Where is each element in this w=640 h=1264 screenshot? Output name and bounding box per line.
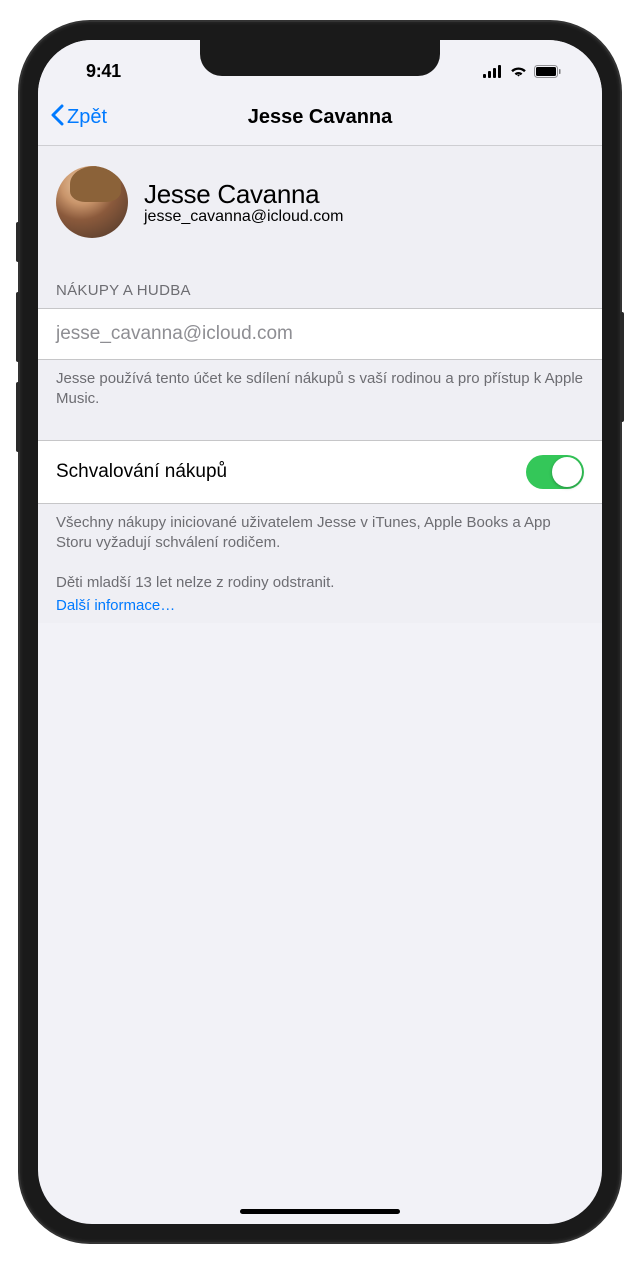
toggle-knob [552, 457, 582, 487]
back-label: Zpět [67, 106, 107, 129]
status-icons [483, 65, 562, 78]
power-button [620, 312, 624, 422]
phone-frame: 9:41 Zpět Jesse Cavanna [20, 22, 620, 1242]
content: Jesse Cavanna jesse_cavanna@icloud.com N… [38, 146, 602, 623]
section-header-purchases: NÁKUPY A HUDBA [38, 256, 602, 308]
profile-email: jesse_cavanna@icloud.com [144, 208, 343, 226]
home-indicator[interactable] [240, 1209, 400, 1214]
navigation-bar: Zpět Jesse Cavanna [38, 90, 602, 146]
approval-toggle-cell: Schvalování nákupů [38, 440, 602, 504]
chevron-left-icon [50, 104, 65, 132]
screen: 9:41 Zpět Jesse Cavanna [38, 40, 602, 1224]
volume-up-button [16, 292, 20, 362]
more-info-link[interactable]: Další informace… [56, 597, 584, 614]
wifi-icon [509, 65, 528, 78]
approval-toggle[interactable] [526, 455, 584, 489]
silent-switch [16, 222, 20, 262]
spacer [38, 410, 602, 440]
page-title: Jesse Cavanna [248, 106, 393, 129]
back-button[interactable]: Zpět [38, 104, 107, 132]
toggle-label: Schvalování nákupů [56, 461, 227, 483]
profile-section: Jesse Cavanna jesse_cavanna@icloud.com [38, 146, 602, 256]
status-time: 9:41 [86, 61, 121, 82]
profile-info: Jesse Cavanna jesse_cavanna@icloud.com [144, 179, 343, 226]
cellular-signal-icon [483, 65, 503, 78]
volume-down-button [16, 382, 20, 452]
toggle-description: Všechny nákupy iniciované uživatelem Jes… [56, 513, 584, 554]
notch [200, 40, 440, 76]
account-description: Jesse používá tento účet ke sdílení náku… [38, 360, 602, 410]
account-value: jesse_cavanna@icloud.com [56, 323, 293, 345]
age-note: Děti mladší 13 let nelze z rodiny odstra… [56, 573, 584, 593]
avatar [56, 166, 128, 238]
battery-icon [534, 65, 562, 78]
info-block: Všechny nákupy iniciované uživatelem Jes… [38, 504, 602, 624]
account-cell[interactable]: jesse_cavanna@icloud.com [38, 308, 602, 360]
profile-name: Jesse Cavanna [144, 179, 343, 210]
